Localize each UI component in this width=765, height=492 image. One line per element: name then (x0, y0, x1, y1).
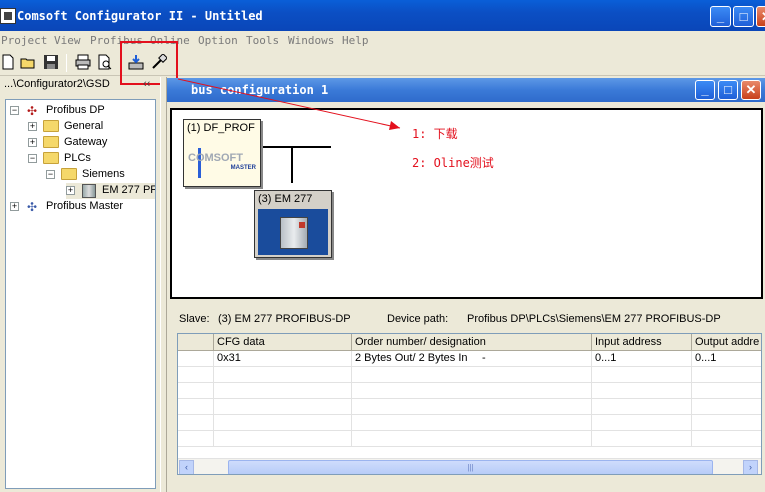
header-indicator (178, 334, 214, 351)
folder-icon (43, 120, 59, 132)
tree-item-label: General (64, 120, 104, 132)
toolbar (0, 50, 765, 76)
slave-info-bar: Slave: (3) EM 277 PROFIBUS-DP Device pat… (167, 304, 765, 334)
header-cfg-data[interactable]: CFG data (214, 334, 352, 351)
tree-item-label: Profibus DP (46, 104, 105, 116)
cell-dash: - (482, 352, 486, 364)
bus-line (263, 146, 331, 148)
child-title-bar[interactable]: bus configuration 1 _ □ ✕ (167, 78, 765, 102)
child-minimize-button[interactable]: _ (695, 80, 715, 100)
header-order-number[interactable]: Order number/ designation (352, 334, 592, 351)
tree-item-label: PLCs (64, 152, 91, 164)
child-close-button[interactable]: ✕ (741, 80, 761, 100)
child-window-title: bus configuration 1 (191, 83, 329, 97)
app-icon (0, 8, 16, 24)
scroll-right-button[interactable]: › (743, 460, 758, 474)
menu-option[interactable]: Option (198, 34, 238, 47)
bus-diagram-area[interactable]: (1) DF_PROF COMSOFT MASTER (3) EM 277 1:… (170, 108, 763, 299)
network-icon: ✣ (27, 104, 38, 118)
window-title: Comsoft Configurator II - Untitled (17, 9, 263, 23)
comsoft-logo: COMSOFT MASTER (188, 148, 258, 178)
slave-device[interactable]: (3) EM 277 (254, 190, 332, 258)
new-icon[interactable] (0, 54, 16, 70)
cell-order-number: 2 Bytes Out/ 2 Bytes In - (352, 351, 592, 367)
annotation-step1: 1: 下载 (412, 127, 458, 141)
collapse-icon[interactable]: − (28, 154, 37, 163)
print-icon[interactable] (75, 54, 91, 70)
tree-item-label: Profibus Master (46, 200, 124, 212)
slave-value: (3) EM 277 PROFIBUS-DP (218, 313, 351, 325)
tree-item-em277[interactable]: + EM 277 PF (66, 183, 156, 199)
device-path-value: Profibus DP\PLCs\Siemens\EM 277 PROFIBUS… (467, 313, 721, 325)
device-icon (82, 184, 96, 198)
collapse-icon[interactable]: − (46, 170, 55, 179)
menu-view[interactable]: View (54, 34, 81, 47)
logo-sub: MASTER (230, 165, 256, 171)
expand-icon[interactable]: + (10, 202, 19, 211)
network-icon: ✣ (27, 200, 38, 214)
folder-icon (61, 168, 77, 180)
gsd-path: ...\Configurator2\GSD (4, 78, 110, 90)
child-maximize-button[interactable]: □ (718, 80, 738, 100)
menu-tools[interactable]: Tools (246, 34, 279, 47)
table-row[interactable] (178, 415, 761, 431)
cell-designation: 2 Bytes Out/ 2 Bytes In (355, 352, 468, 364)
table-row[interactable] (178, 399, 761, 415)
minimize-button[interactable]: _ (710, 6, 731, 27)
folder-icon (43, 136, 59, 148)
save-icon[interactable] (43, 54, 59, 70)
cell-output-address: 0...1 (692, 351, 761, 367)
master-device-label: (1) DF_PROF (187, 122, 255, 134)
device-tree: − ✣ Profibus DP + General + Gateway − PL… (5, 99, 156, 489)
cell-input-address: 0...1 (592, 351, 692, 367)
scroll-left-button[interactable]: ‹ (179, 460, 194, 474)
cfg-table: CFG data Order number/ designation Input… (177, 333, 762, 475)
table-row[interactable]: 0x31 2 Bytes Out/ 2 Bytes In - 0...1 0..… (178, 351, 761, 367)
cell-cfg-data: 0x31 (214, 351, 352, 367)
tree-item-label: Siemens (82, 168, 125, 180)
gsd-path-header: ...\Configurator2\GSD ‹‹ (0, 77, 160, 93)
menu-windows[interactable]: Windows (288, 34, 334, 47)
close-button[interactable]: ✕ (756, 6, 765, 27)
tree-item-label: EM 277 PF (102, 184, 156, 196)
table-header: CFG data Order number/ designation Input… (178, 334, 761, 351)
tree-item-label: Gateway (64, 136, 108, 148)
folder-icon (43, 152, 59, 164)
main-title-bar[interactable]: Comsoft Configurator II - Untitled _ □ ✕ (0, 0, 765, 31)
menu-bar: Project View Profibus Online Option Tool… (0, 31, 765, 50)
toolbar-separator (66, 54, 67, 72)
collapse-icon[interactable]: − (10, 106, 19, 115)
header-input-address[interactable]: Input address (592, 334, 692, 351)
header-output-address[interactable]: Output addre (692, 334, 761, 351)
scroll-thumb[interactable]: ||| (228, 460, 713, 474)
em277-module-icon (280, 217, 308, 249)
bus-drop-line (291, 146, 293, 183)
device-path-label: Device path: (387, 313, 449, 325)
table-row[interactable] (178, 431, 761, 447)
slave-image (258, 209, 328, 255)
expand-icon[interactable]: + (28, 138, 37, 147)
print-preview-icon[interactable] (97, 54, 113, 70)
expand-icon[interactable]: + (28, 122, 37, 131)
slave-label: Slave: (179, 313, 210, 325)
table-row[interactable] (178, 383, 761, 399)
maximize-button[interactable]: □ (733, 6, 754, 27)
open-icon[interactable] (20, 54, 36, 70)
table-row[interactable] (178, 367, 761, 383)
annotation-step2: 2: Oline测试 (412, 156, 494, 170)
slave-device-label: (3) EM 277 (258, 193, 313, 205)
horizontal-scrollbar[interactable]: ‹ ||| › (178, 458, 761, 474)
menu-help[interactable]: Help (342, 34, 369, 47)
row-indicator (178, 351, 214, 367)
menu-project[interactable]: Project (1, 34, 47, 47)
panel-splitter[interactable] (160, 77, 167, 492)
collapse-panel-button[interactable]: ‹‹ (143, 78, 150, 90)
bus-configuration-window: bus configuration 1 _ □ ✕ (1) DF_PROF CO… (167, 78, 765, 492)
logo-text: COMSOFT (188, 152, 243, 164)
master-device[interactable]: (1) DF_PROF COMSOFT MASTER (183, 119, 261, 187)
expand-icon[interactable]: + (66, 186, 75, 195)
